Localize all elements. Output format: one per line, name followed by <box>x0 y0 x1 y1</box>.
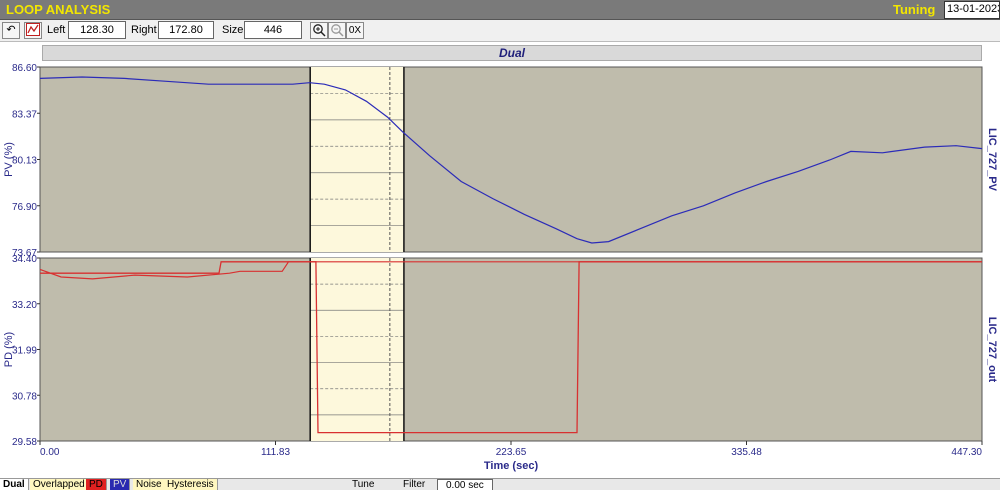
pd-ytick-label: 31.99 <box>12 346 37 357</box>
xtick-label: 335.48 <box>731 447 762 458</box>
xlabel: Time (sec) <box>484 460 539 472</box>
pd-ytick-label: 33.20 <box>12 300 37 311</box>
filter-label: Filter <box>403 479 426 490</box>
pv-chart-panel[interactable] <box>39 66 983 253</box>
filter-field[interactable]: 0.00 sec <box>437 479 493 490</box>
tab-hysteresis[interactable]: Hysteresis <box>164 479 218 490</box>
pd-plot-area <box>39 257 983 442</box>
pv-ytick-label: 76.90 <box>12 202 37 213</box>
loop-analysis-window: LOOP ANALYSIS Tuning 13-01-2023 ↶ Left 1… <box>0 0 1000 490</box>
pd-tag-label: LIC_727_out <box>986 317 998 383</box>
pd-ytick-label: 29.58 <box>12 437 37 448</box>
tab-overlapped[interactable]: Overlapped <box>30 479 89 490</box>
tab-noise[interactable]: Noise <box>133 479 166 490</box>
pv-tag-label: LIC_727_PV <box>986 128 998 192</box>
xtick-label: 0.00 <box>40 447 60 458</box>
pd-chart-panel[interactable] <box>39 257 983 442</box>
tab-dual[interactable]: Dual <box>0 479 29 490</box>
pv-ytick-label: 86.60 <box>12 63 37 74</box>
pv-ytick-label: 83.37 <box>12 109 37 120</box>
xtick-label: 111.83 <box>261 447 291 458</box>
pv-ylabel: PV (%) <box>3 142 15 177</box>
pd-ylabel: PD (%) <box>3 332 15 367</box>
tab-pv[interactable]: PV <box>110 479 131 490</box>
xtick-label: 447.30 <box>951 447 982 458</box>
pd-ytick-label: 34.40 <box>12 254 37 265</box>
tune-button[interactable]: Tune <box>352 479 374 490</box>
pd-ytick-label: 30.78 <box>12 391 37 402</box>
bottom-tab-bar: Dual Overlapped PD PV Noise Hysteresis T… <box>0 478 1000 490</box>
pv-plot-area <box>39 66 983 253</box>
pv-ytick-label: 80.13 <box>12 156 37 167</box>
xtick-label: 223.65 <box>496 447 527 458</box>
tab-pd[interactable]: PD <box>86 479 107 490</box>
dual-chart[interactable]: 86.6083.3780.1376.9073.67PV (%) LIC_727_P… <box>0 0 1000 478</box>
